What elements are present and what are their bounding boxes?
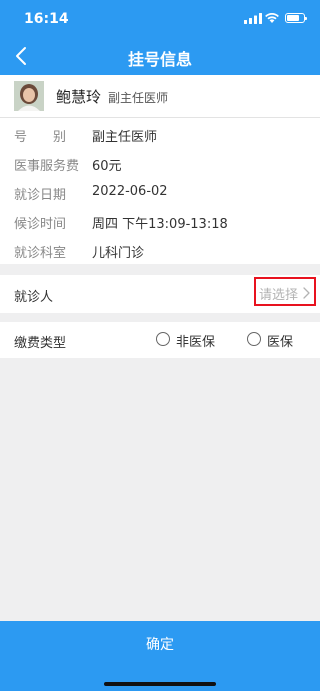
doctor-card: 鲍慧玲 副主任医师 [0, 75, 320, 118]
info-value: 2022-06-02 [92, 184, 168, 199]
patient-label: 就诊人 [14, 290, 54, 305]
radio-unchecked-icon[interactable] [247, 332, 261, 346]
info-label: 就诊科室 [14, 246, 67, 261]
info-value: 周四 下午13:09-13:18 [92, 217, 228, 232]
payment-type-row: 缴费类型 非医保 医保 [0, 322, 320, 358]
chevron-right-icon [303, 287, 310, 299]
confirm-button[interactable]: 确定 [0, 621, 320, 691]
wifi-icon [265, 13, 279, 23]
cellular-signal-icon [244, 13, 262, 24]
registration-info: 号 别 副主任医师 医事服务费 60元 就诊日期 2022-06-02 候诊时间… [0, 118, 320, 264]
app-header: 16:14 挂号信息 [0, 0, 320, 75]
patient-picker[interactable]: 请选择 [254, 277, 316, 306]
info-value: 儿科门诊 [92, 246, 145, 261]
patient-placeholder: 请选择 [259, 288, 299, 303]
doctor-name: 鲍慧玲 [56, 88, 102, 106]
payment-option-label: 非医保 [176, 335, 216, 350]
info-row-wait-time: 候诊时间 周四 下午13:09-13:18 [0, 209, 320, 233]
patient-row[interactable]: 就诊人 请选择 [0, 275, 320, 313]
radio-unchecked-icon[interactable] [156, 332, 170, 346]
payment-option-insurance[interactable]: 医保 [247, 331, 297, 350]
info-label: 号 别 [14, 130, 67, 145]
info-row-fee: 医事服务费 60元 [0, 151, 320, 175]
doctor-title: 副主任医师 [108, 91, 169, 105]
doctor-photo-icon [14, 81, 44, 111]
payment-option-non-insurance[interactable]: 非医保 [156, 331, 218, 350]
info-row-department: 就诊科室 儿科门诊 [0, 238, 320, 262]
payment-option-label: 医保 [267, 335, 294, 350]
battery-icon [285, 13, 307, 23]
info-row-date: 就诊日期 2022-06-02 [0, 180, 320, 204]
home-indicator [104, 682, 216, 686]
page-title: 挂号信息 [127, 50, 192, 69]
confirm-label: 确定 [146, 637, 174, 653]
info-row-type: 号 别 副主任医师 [0, 122, 320, 146]
info-value: 副主任医师 [92, 130, 158, 145]
info-label: 医事服务费 [14, 159, 80, 174]
payment-type-label: 缴费类型 [14, 336, 67, 351]
info-label: 就诊日期 [14, 188, 67, 203]
status-bar: 16:14 [0, 0, 320, 38]
status-time: 16:14 [24, 11, 69, 27]
info-label: 候诊时间 [14, 217, 67, 232]
info-value: 60元 [92, 159, 122, 174]
doctor-avatar [14, 81, 44, 111]
